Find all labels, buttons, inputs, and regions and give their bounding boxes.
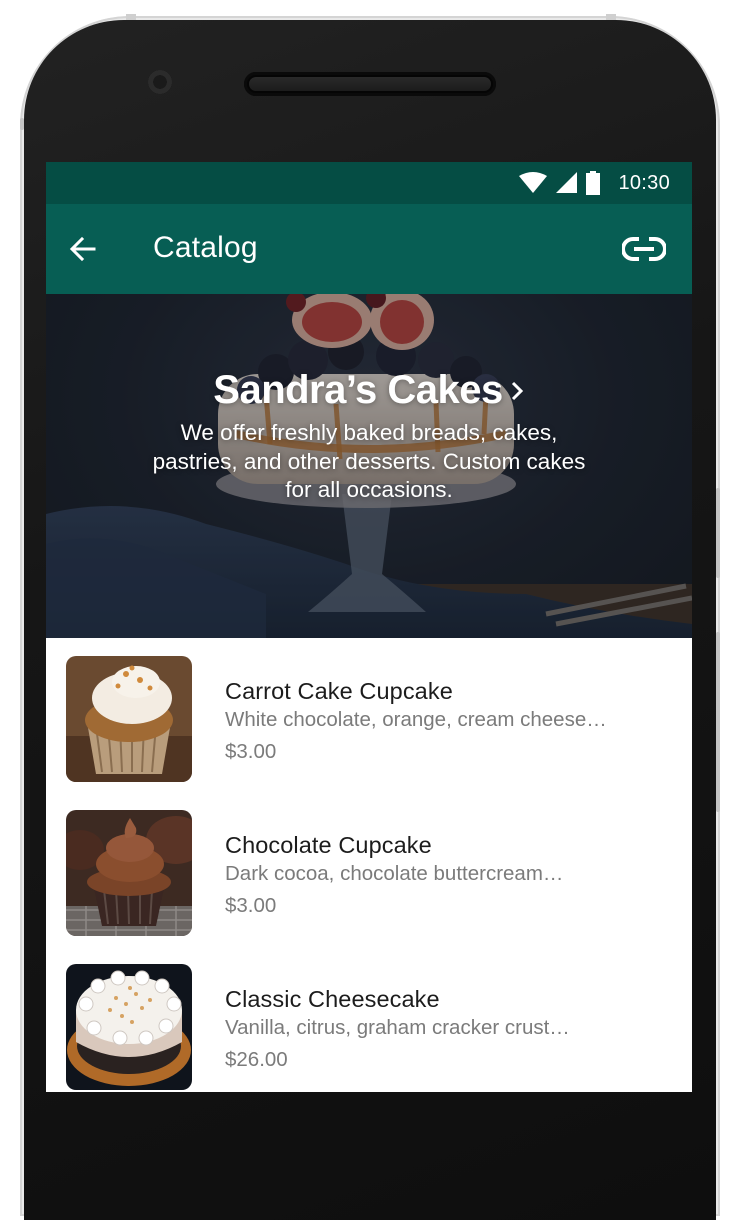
app-bar: Catalog [46, 204, 692, 294]
arrow-back-icon [69, 236, 96, 262]
product-thumbnail [66, 810, 192, 936]
page-title: Catalog [153, 231, 258, 264]
link-icon [621, 237, 667, 261]
product-price: $26.00 [225, 1048, 288, 1071]
front-camera [148, 70, 172, 94]
back-button[interactable] [68, 234, 98, 264]
product-price: $3.00 [225, 894, 277, 917]
product-description: Dark cocoa, chocolate buttercream… [225, 862, 564, 885]
catalog-item[interactable]: Classic Cheesecake Vanilla, citrus, grah… [46, 964, 692, 1092]
product-name: Classic Cheesecake [225, 986, 440, 1012]
chocolate-cupcake-image [66, 810, 192, 936]
earpiece-speaker [244, 72, 496, 96]
battery-icon [586, 171, 601, 195]
product-name: Chocolate Cupcake [225, 832, 432, 858]
status-bar: 10:30 [46, 162, 692, 204]
business-description: We offer freshly baked breads, cakes, pa… [152, 420, 586, 502]
catalog-item[interactable]: Carrot Cake Cupcake White chocolate, ora… [46, 656, 692, 810]
business-name: Sandra’s Cakes [213, 368, 503, 412]
business-name-link[interactable]: Sandra’s Cakes [213, 368, 524, 413]
product-thumbnail [66, 964, 192, 1090]
cell-signal-icon [556, 172, 578, 193]
product-description: Vanilla, citrus, graham cracker crust… [225, 1016, 570, 1039]
wifi-icon [519, 172, 548, 193]
screen: 10:30 Catalog Sandra’s Cakes We offer fr… [46, 162, 692, 1092]
share-link-button[interactable] [621, 236, 667, 262]
business-cover-banner: Sandra’s Cakes We offer freshly baked br… [46, 294, 692, 638]
product-price: $3.00 [225, 740, 277, 763]
product-description: White chocolate, orange, cream cheese… [225, 708, 607, 731]
power-button [716, 632, 720, 812]
volume-button [716, 488, 720, 578]
carrot-cupcake-image [66, 656, 192, 782]
product-name: Carrot Cake Cupcake [225, 678, 453, 704]
cheesecake-image [66, 964, 192, 1090]
product-thumbnail [66, 656, 192, 782]
catalog-item[interactable]: Chocolate Cupcake Dark cocoa, chocolate … [46, 810, 692, 964]
chevron-right-icon [511, 381, 523, 400]
status-time: 10:30 [618, 171, 670, 194]
catalog-list: Carrot Cake Cupcake White chocolate, ora… [46, 638, 692, 1092]
